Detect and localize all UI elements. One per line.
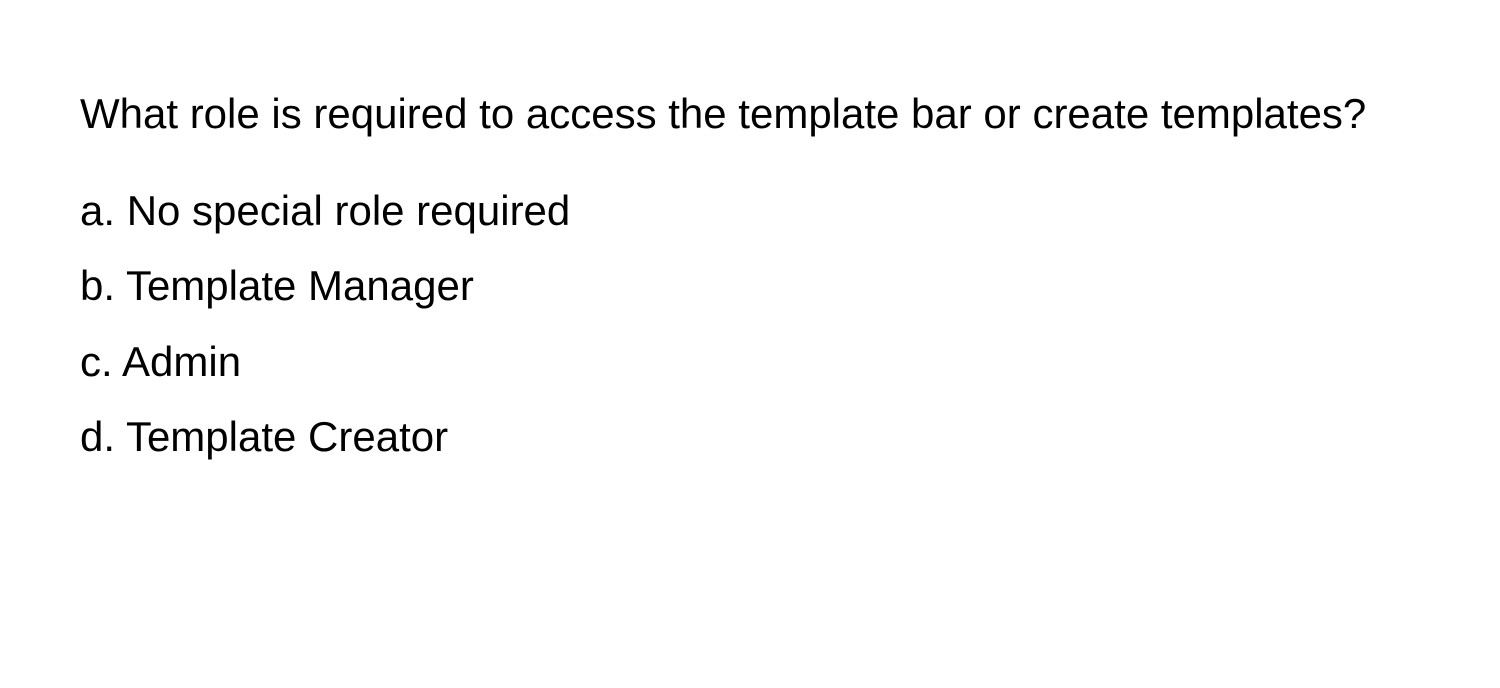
option-label: a. <box>80 187 115 234</box>
question-text: What role is required to access the temp… <box>80 80 1420 147</box>
option-c: c. Admin <box>80 328 1420 395</box>
option-label: c. <box>80 338 113 385</box>
option-text: Template Creator <box>126 413 448 460</box>
option-a: a. No special role required <box>80 177 1420 244</box>
option-label: d. <box>80 413 115 460</box>
option-d: d. Template Creator <box>80 403 1420 470</box>
option-label: b. <box>80 262 115 309</box>
options-list: a. No special role required b. Template … <box>80 177 1420 470</box>
option-text: No special role required <box>127 187 571 234</box>
option-text: Template Manager <box>126 262 474 309</box>
option-b: b. Template Manager <box>80 252 1420 319</box>
option-text: Admin <box>122 338 241 385</box>
